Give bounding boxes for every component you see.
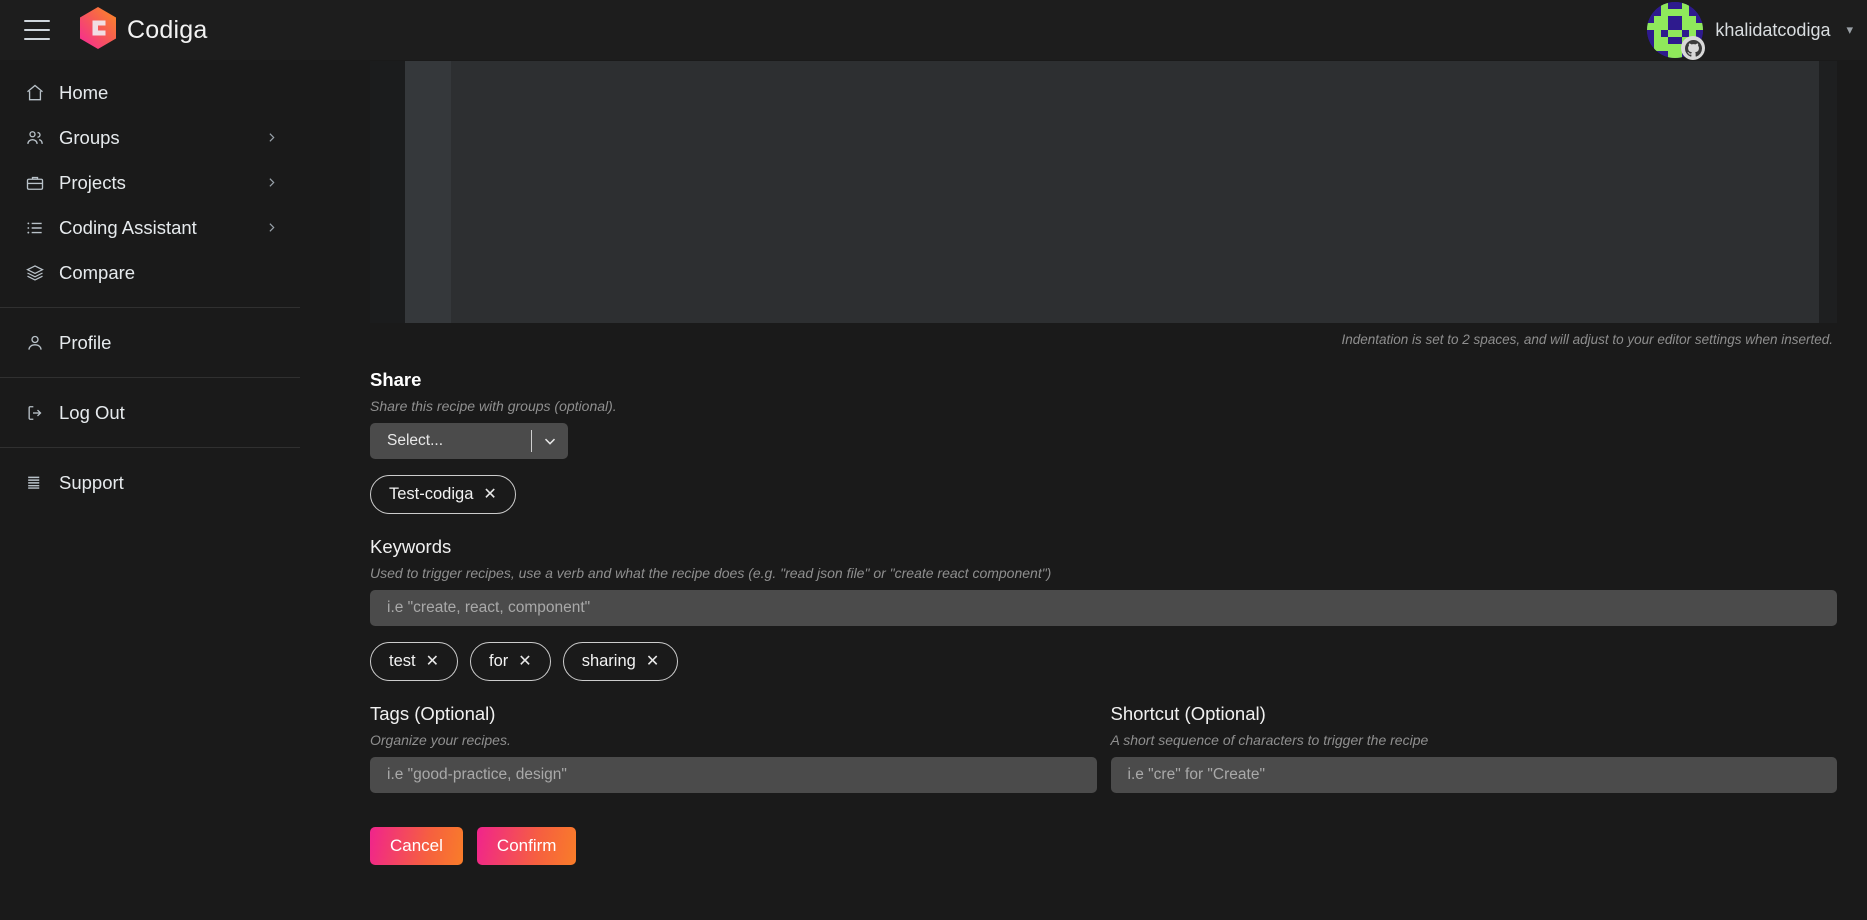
editor-code-area[interactable] (451, 61, 1819, 323)
keyword-chip[interactable]: test ✕ (370, 642, 459, 681)
share-chip[interactable]: Test-codiga ✕ (370, 475, 516, 514)
tags-shortcut-row: Tags (Optional) Organize your recipes. S… (370, 703, 1837, 793)
shortcut-section: Shortcut (Optional) A short sequence of … (1110, 703, 1837, 793)
top-bar: Codiga khalidatcodiga ▾ (0, 0, 1867, 60)
chip-label: sharing (581, 652, 636, 670)
close-icon[interactable]: ✕ (518, 653, 531, 670)
chevron-right-icon[interactable] (265, 176, 278, 189)
sidebar-item-coding-assistant[interactable]: Coding Assistant (0, 205, 300, 250)
sidebar-item-label: Log Out (59, 401, 125, 423)
close-icon[interactable]: ✕ (426, 653, 439, 670)
avatar[interactable] (1647, 2, 1706, 60)
groups-icon (25, 127, 51, 149)
support-menu-icon (25, 472, 51, 494)
brand-logo[interactable]: Codiga (78, 6, 207, 55)
share-chip-list: Test-codiga ✕ (370, 475, 1837, 514)
tags-title: Tags (Optional) (370, 703, 496, 724)
share-title: Share (370, 369, 422, 390)
person-icon (25, 332, 51, 354)
chevron-right-icon[interactable] (265, 221, 278, 234)
chevron-down-icon[interactable]: ▾ (1846, 22, 1853, 38)
share-groups-select[interactable]: Select... (370, 423, 568, 459)
shortcut-input[interactable] (1110, 757, 1837, 793)
sidebar-item-log-out[interactable]: Log Out (0, 390, 300, 435)
shortcut-helper-text: A short sequence of characters to trigge… (1110, 732, 1429, 748)
logout-icon (25, 402, 51, 424)
keywords-helper-text: Used to trigger recipes, use a verb and … (370, 565, 1052, 581)
briefcase-icon (25, 172, 51, 194)
chip-label: test (389, 652, 416, 670)
keywords-section: Keywords Used to trigger recipes, use a … (370, 536, 1837, 681)
sidebar-item-label: Coding Assistant (59, 216, 197, 238)
sidebar-item-profile[interactable]: Profile (0, 320, 300, 365)
list-icon (25, 217, 51, 239)
close-icon[interactable]: ✕ (646, 653, 659, 670)
github-icon (1681, 36, 1706, 60)
editor-left-margin (370, 61, 405, 323)
body-row: Home Groups Projects Coding Assistant Co… (0, 60, 1867, 920)
chip-label: Test-codiga (389, 485, 474, 503)
form-actions: Cancel Confirm (370, 827, 1837, 865)
share-select-value: Select... (387, 432, 443, 449)
layers-icon (25, 262, 51, 284)
sidebar: Home Groups Projects Coding Assistant Co… (0, 60, 300, 920)
close-icon[interactable]: ✕ (483, 486, 496, 503)
share-helper-text: Share this recipe with groups (optional)… (370, 398, 617, 414)
confirm-button[interactable]: Confirm (476, 827, 577, 865)
chevron-down-icon[interactable] (532, 432, 568, 450)
sidebar-item-projects[interactable]: Projects (0, 160, 300, 205)
username-label: khalidatcodiga (1715, 19, 1831, 40)
codiga-hexagon-logo (78, 6, 118, 55)
sidebar-divider (0, 447, 300, 448)
sidebar-item-label: Home (59, 81, 109, 103)
sidebar-item-label: Compare (59, 261, 136, 283)
hamburger-icon[interactable] (24, 20, 50, 40)
tags-input[interactable] (370, 757, 1097, 793)
tags-helper-text: Organize your recipes. (370, 732, 511, 748)
brand-name: Codiga (127, 15, 208, 44)
editor-line-number-gutter (405, 61, 451, 323)
editor-scrollbar[interactable] (1819, 61, 1837, 323)
share-section: Share Share this recipe with groups (opt… (370, 369, 1837, 514)
sidebar-item-compare[interactable]: Compare (0, 250, 300, 295)
keywords-title: Keywords (370, 536, 452, 557)
keyword-chip[interactable]: for ✕ (470, 642, 551, 681)
home-icon (25, 82, 51, 104)
sidebar-item-groups[interactable]: Groups (0, 115, 300, 160)
keywords-chip-list: test ✕ for ✕ sharing ✕ (370, 642, 1837, 681)
keywords-input[interactable] (370, 590, 1837, 626)
sidebar-item-label: Support (59, 471, 124, 493)
app-root: Codiga khalidatcodiga ▾ Home Groups Proj… (0, 0, 1867, 920)
sidebar-item-home[interactable]: Home (0, 70, 300, 115)
sidebar-divider (0, 377, 300, 378)
shortcut-title: Shortcut (Optional) (1110, 703, 1266, 724)
sidebar-item-label: Groups (59, 126, 120, 148)
indentation-note: Indentation is set to 2 spaces, and will… (1341, 332, 1833, 347)
chip-label: for (489, 652, 509, 670)
cancel-button[interactable]: Cancel (370, 827, 463, 865)
keyword-chip[interactable]: sharing ✕ (562, 642, 679, 681)
sidebar-item-label: Projects (59, 171, 126, 193)
sidebar-divider (0, 307, 300, 308)
chevron-right-icon[interactable] (265, 131, 278, 144)
tags-section: Tags (Optional) Organize your recipes. (370, 703, 1097, 793)
main-content: Indentation is set to 2 spaces, and will… (300, 60, 1867, 920)
user-menu[interactable]: khalidatcodiga ▾ (1647, 2, 1867, 60)
sidebar-item-label: Profile (59, 331, 112, 353)
sidebar-item-support[interactable]: Support (0, 460, 300, 505)
code-editor[interactable] (370, 60, 1837, 323)
